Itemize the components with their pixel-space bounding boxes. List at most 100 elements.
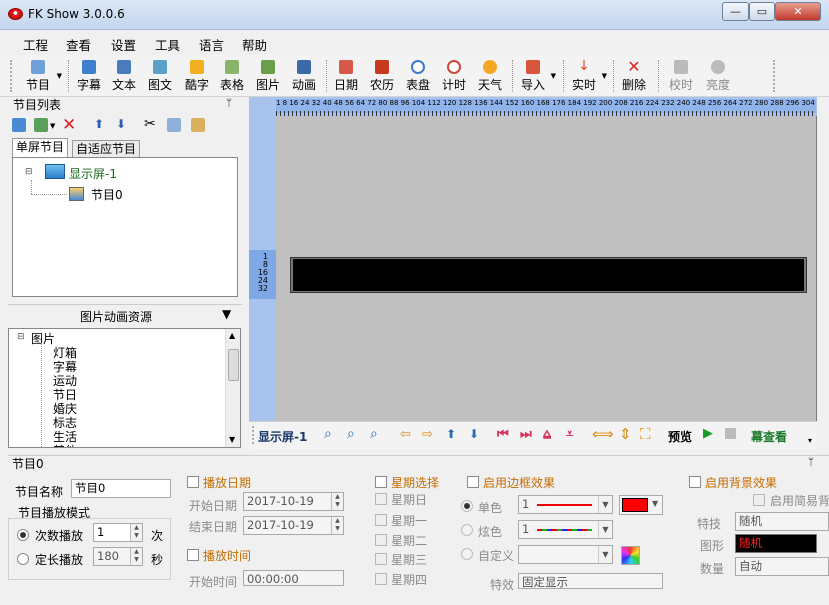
flash-radio[interactable] (461, 524, 473, 536)
text-button[interactable]: 文本 (109, 58, 139, 96)
tab-adaptive[interactable]: 自适应节目 (72, 140, 141, 157)
close-button[interactable]: ✕ (775, 2, 821, 21)
menu-tools[interactable]: 工具 (155, 35, 180, 54)
screen-label[interactable]: 显示屏-1 (258, 428, 307, 445)
weekday-checkbox[interactable] (375, 534, 387, 546)
palette-icon[interactable] (621, 546, 640, 565)
align-bottom-icon[interactable]: ⩡ (566, 427, 573, 442)
move-right-icon[interactable]: ⇨ (422, 427, 433, 442)
move-down-icon[interactable]: ⬇ (116, 117, 126, 131)
weekday-checkbox[interactable] (375, 514, 387, 526)
fullscreen-icon[interactable]: ⛶ (640, 425, 651, 443)
simple-bg-checkbox[interactable] (753, 494, 765, 506)
preview-label[interactable]: 预览 (668, 428, 692, 445)
menu-language[interactable]: 语言 (199, 35, 224, 54)
delete-button[interactable]: ✕ 删除 (619, 58, 649, 96)
stretch-horizontal-icon[interactable]: ⟺ (592, 425, 614, 443)
week-select-checkbox[interactable] (375, 476, 387, 488)
tree-program-item[interactable]: 节目0 (91, 186, 123, 203)
minimize-button[interactable]: — (722, 2, 749, 21)
bg-count-select[interactable]: 自动 (735, 557, 829, 576)
start-date-input[interactable]: 2017-10-19 ▲ ▼ (243, 492, 344, 511)
calibrate-time-button[interactable]: 校时 (666, 58, 696, 96)
image-text-button[interactable]: 图文 (145, 58, 175, 96)
lunar-button[interactable]: 农历 (367, 58, 397, 96)
weather-button[interactable]: 天气 (475, 58, 505, 96)
subtitle-button[interactable]: 字幕 (74, 58, 104, 96)
fixed-play-radio[interactable] (17, 553, 29, 565)
chevron-down-icon[interactable]: ▼ (222, 307, 231, 321)
image-button[interactable]: 图片 (253, 58, 283, 96)
resource-item[interactable]: 其他 (53, 442, 77, 447)
move-down-icon[interactable]: ⬇ (469, 427, 479, 441)
play-time-checkbox[interactable] (187, 549, 199, 561)
border-color-picker[interactable]: ▼ (619, 495, 663, 515)
count-play-input[interactable]: 1 ▲ ▼ (93, 523, 143, 542)
program-button[interactable]: 节目 ▼ (22, 58, 62, 96)
bg-fx-select[interactable]: 随机 (735, 512, 829, 531)
date-button[interactable]: 日期 (331, 58, 361, 96)
maximize-button[interactable]: ▭ (749, 2, 775, 21)
table-button[interactable]: 表格 (217, 58, 247, 96)
animation-button[interactable]: 动画 (289, 58, 319, 96)
realtime-button[interactable]: ↓ 实时 ▼ (569, 58, 607, 96)
mono-select[interactable]: 1 ▼ (518, 495, 613, 514)
flash-select[interactable]: 1 ▼ (518, 520, 613, 539)
zoom-out-icon[interactable]: ⌕ (370, 426, 378, 442)
play-icon[interactable]: ▶ (703, 426, 713, 441)
chevron-down-icon[interactable]: ▾ (808, 436, 812, 445)
spinner-icon[interactable]: ▲ ▼ (130, 524, 142, 541)
cool-text-button[interactable]: 酷字 (182, 58, 212, 96)
bg-effect-checkbox[interactable] (689, 476, 701, 488)
pin-icon[interactable]: ᛘ (808, 457, 814, 468)
chevron-down-icon[interactable]: ▼ (598, 546, 612, 563)
chevron-down-icon[interactable]: ▼ (50, 122, 55, 130)
scrollbar-thumb[interactable] (228, 349, 239, 381)
delete-icon[interactable]: ✕ (62, 115, 76, 135)
mono-radio[interactable] (461, 500, 473, 512)
move-up-icon[interactable]: ⬆ (446, 427, 456, 441)
align-right-icon[interactable]: ⏭ (520, 427, 532, 442)
start-time-input[interactable]: 00:00:00 (243, 570, 344, 586)
chevron-down-icon[interactable]: ▼ (598, 496, 612, 513)
spinner-icon[interactable]: ▲ ▼ (130, 548, 142, 565)
align-left-icon[interactable]: ⏮ (497, 427, 509, 442)
zoom-in-icon[interactable]: ⌕ (347, 426, 355, 442)
import-button[interactable]: 导入 ▼ (518, 58, 556, 96)
resources-header[interactable]: 图片动画资源 ▼ (8, 304, 242, 326)
fixed-play-input[interactable]: 180 ▲ ▼ (93, 547, 143, 566)
add-screen-icon[interactable] (12, 118, 26, 132)
timer-button[interactable]: 计时 (439, 58, 469, 96)
cut-icon[interactable]: ✂ (144, 116, 156, 132)
spinner-icon[interactable]: ▲ ▼ (331, 517, 343, 534)
play-date-checkbox[interactable] (187, 476, 199, 488)
menu-project[interactable]: 工程 (23, 35, 48, 54)
paste-icon[interactable] (191, 118, 205, 132)
collapse-icon[interactable]: ⊟ (25, 167, 33, 177)
chevron-down-icon[interactable]: ▼ (598, 521, 612, 538)
move-left-icon[interactable]: ⇦ (400, 427, 411, 442)
end-date-input[interactable]: 2017-10-19 ▲ ▼ (243, 516, 344, 535)
weekday-checkbox[interactable] (375, 573, 387, 585)
menu-help[interactable]: 帮助 (242, 35, 267, 54)
menu-settings[interactable]: 设置 (111, 35, 136, 54)
tree-screen-item[interactable]: 显示屏-1 (69, 165, 117, 182)
led-screen[interactable] (293, 259, 804, 291)
bg-shape-select[interactable]: 随机 (735, 534, 817, 553)
weekday-checkbox[interactable] (375, 553, 387, 565)
chevron-down-icon[interactable]: ▼ (652, 499, 658, 508)
tab-single-screen[interactable]: 单屏节目 (12, 138, 69, 157)
collapse-icon[interactable]: ⊟ (17, 332, 25, 342)
move-up-icon[interactable]: ⬆ (94, 117, 104, 131)
spinner-icon[interactable]: ▲ ▼ (331, 493, 343, 510)
add-program-icon[interactable] (34, 118, 48, 132)
stop-icon[interactable] (725, 428, 736, 439)
stretch-vertical-icon[interactable]: ⇕ (619, 425, 632, 443)
curtain-view-button[interactable]: 幕查看 (751, 428, 787, 445)
copy-icon[interactable] (167, 118, 181, 132)
custom-radio[interactable] (461, 548, 473, 560)
scroll-down-icon[interactable]: ▼ (229, 435, 235, 444)
scrollbar[interactable]: ▲ ▼ (225, 329, 240, 447)
border-effect-checkbox[interactable] (467, 476, 479, 488)
pin-icon[interactable]: ᛘ (226, 98, 232, 109)
